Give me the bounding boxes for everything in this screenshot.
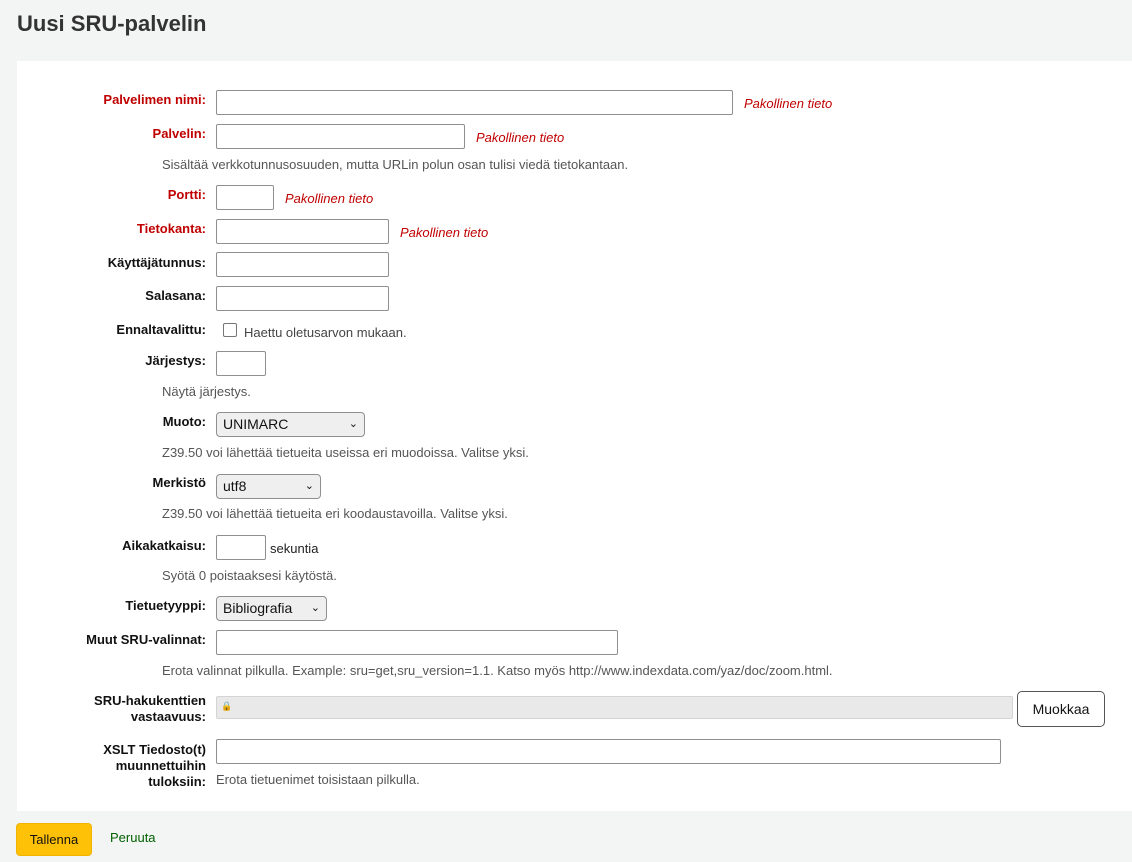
sru-fields-readonly-input: 🔒 <box>216 696 1013 719</box>
port-required-note: Pakollinen tieto <box>285 191 374 206</box>
lock-icon: 🔒 <box>221 701 233 711</box>
port-label: Portti: <box>167 187 206 202</box>
checked-text: Haettu oletusarvon mukaan. <box>244 325 407 340</box>
name-input[interactable] <box>216 90 733 115</box>
chevron-down-icon: ⌄ <box>310 602 320 614</box>
sru-fields-label: SRU-hakukenttien vastaavuus: <box>94 693 206 724</box>
encoding-selected: utf8 <box>223 478 247 494</box>
database-input[interactable] <box>216 219 389 244</box>
encoding-label: Merkistö <box>152 475 206 490</box>
encoding-hint: Z39.50 voi lähettää tietueita eri koodau… <box>162 506 508 521</box>
rank-input[interactable] <box>216 351 266 376</box>
timeout-unit: sekuntia <box>270 541 319 556</box>
xslt-label: XSLT Tiedosto(t) muunnettuihin tuloksiin… <box>103 742 206 789</box>
host-input[interactable] <box>216 124 465 149</box>
xslt-input[interactable] <box>216 739 1001 764</box>
recordtype-selected: Bibliografia <box>223 600 293 616</box>
timeout-hint: Syötä 0 poistaaksesi käytöstä. <box>162 568 337 583</box>
recordtype-select[interactable]: Bibliografia ⌄ <box>216 596 327 621</box>
password-input[interactable] <box>216 286 389 311</box>
save-button[interactable]: Tallenna <box>16 823 92 856</box>
timeout-label: Aikakatkaisu: <box>122 538 206 553</box>
syntax-selected: UNIMARC <box>223 416 289 432</box>
name-label: Palvelimen nimi: <box>103 92 206 107</box>
page-title: Uusi SRU-palvelin <box>17 11 207 36</box>
checked-label: Ennaltavalittu: <box>116 322 206 337</box>
port-input[interactable] <box>216 185 274 210</box>
chevron-down-icon: ⌄ <box>304 480 314 492</box>
host-label: Palvelin: <box>152 126 206 141</box>
database-required-note: Pakollinen tieto <box>400 225 489 240</box>
host-required-note: Pakollinen tieto <box>476 130 565 145</box>
sru-options-label: Muut SRU-valinnat: <box>86 632 206 647</box>
host-hint: Sisältää verkkotunnusosuuden, mutta URLi… <box>162 157 629 172</box>
recordtype-label: Tietuetyyppi: <box>125 598 206 613</box>
syntax-label: Muoto: <box>162 414 206 429</box>
checked-checkbox[interactable] <box>223 323 237 337</box>
rank-label: Järjestys: <box>145 353 206 368</box>
timeout-input[interactable] <box>216 535 266 560</box>
name-required-note: Pakollinen tieto <box>744 96 833 111</box>
syntax-hint: Z39.50 voi lähettää tietueita useissa er… <box>162 445 529 460</box>
userid-input[interactable] <box>216 252 389 277</box>
chevron-down-icon: ⌄ <box>348 418 358 430</box>
sru-options-hint: Erota valinnat pilkulla. Example: sru=ge… <box>162 663 833 678</box>
xslt-hint: Erota tietuenimet toisistaan pilkulla. <box>216 772 420 787</box>
encoding-select[interactable]: utf8 ⌄ <box>216 474 321 499</box>
edit-sru-fields-button[interactable]: Muokkaa <box>1017 691 1105 727</box>
cancel-link[interactable]: Peruuta <box>110 830 156 845</box>
sru-options-input[interactable] <box>216 630 618 655</box>
userid-label: Käyttäjätunnus: <box>107 255 206 270</box>
rank-hint: Näytä järjestys. <box>162 384 251 399</box>
syntax-select[interactable]: UNIMARC ⌄ <box>216 412 365 437</box>
password-label: Salasana: <box>145 288 206 303</box>
database-label: Tietokanta: <box>136 221 206 236</box>
